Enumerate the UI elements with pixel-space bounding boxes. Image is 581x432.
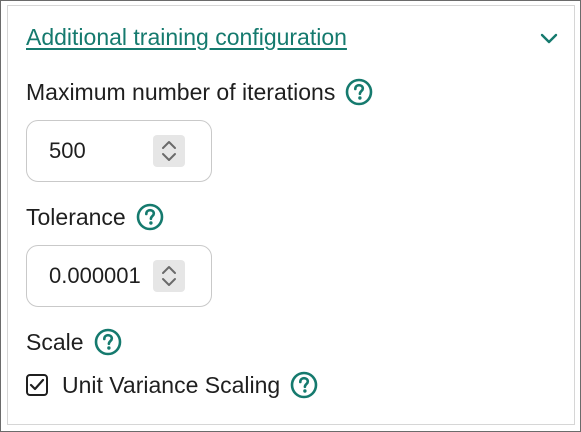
training-config-panel: Additional training configuration Maximu…: [0, 0, 581, 432]
panel-inner: Additional training configuration Maximu…: [7, 5, 575, 425]
unit-variance-label[interactable]: Unit Variance Scaling: [62, 372, 280, 399]
chevron-down-icon[interactable]: [538, 28, 560, 50]
tolerance-spinner[interactable]: [153, 260, 185, 292]
unit-variance-help-icon[interactable]: [290, 371, 318, 399]
scale-help-icon[interactable]: [94, 328, 122, 356]
max-iterations-label-row: Maximum number of iterations: [26, 78, 373, 106]
max-iterations-help-icon[interactable]: [345, 78, 373, 106]
scale-label: Scale: [26, 328, 84, 355]
max-iterations-spinner[interactable]: [153, 135, 185, 167]
scale-label-row: Scale: [26, 328, 122, 356]
section-header[interactable]: Additional training configuration: [26, 24, 566, 54]
unit-variance-checkbox[interactable]: [26, 374, 48, 396]
unit-variance-row: Unit Variance Scaling: [26, 371, 318, 399]
tolerance-label-row: Tolerance: [26, 203, 164, 231]
tolerance-help-icon[interactable]: [136, 203, 164, 231]
max-iterations-stepper[interactable]: [26, 120, 212, 182]
tolerance-stepper[interactable]: [26, 245, 212, 307]
max-iterations-label: Maximum number of iterations: [26, 78, 336, 105]
tolerance-input[interactable]: [39, 246, 169, 306]
max-iterations-input[interactable]: [39, 121, 169, 181]
tolerance-label: Tolerance: [26, 203, 126, 230]
section-title-link[interactable]: Additional training configuration: [26, 24, 347, 51]
